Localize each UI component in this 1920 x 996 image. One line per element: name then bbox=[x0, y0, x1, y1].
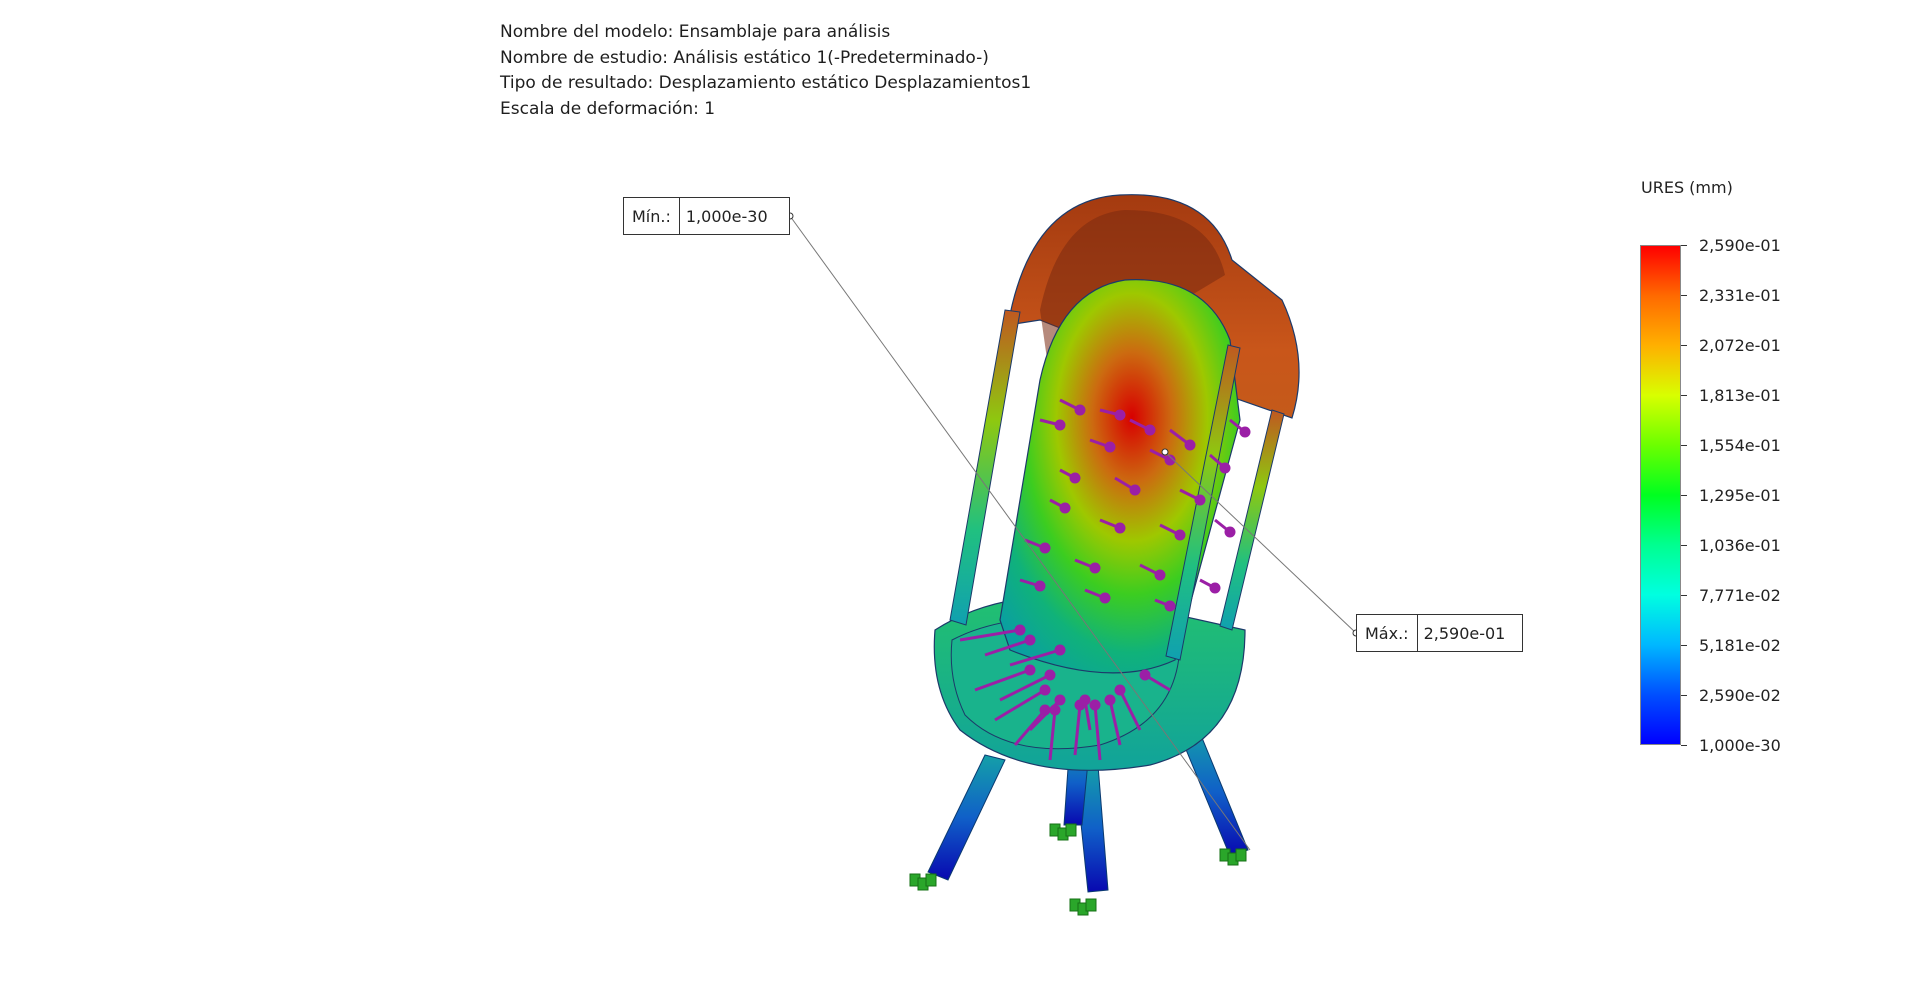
legend-tick-mark bbox=[1681, 245, 1687, 246]
legend-tick: 2,590e-02 bbox=[1681, 686, 1821, 706]
legend-tick-mark bbox=[1681, 395, 1687, 396]
legend-tick: 1,813e-01 bbox=[1681, 386, 1821, 406]
load-arrow-head bbox=[1114, 522, 1126, 534]
load-arrow-head bbox=[1129, 484, 1141, 496]
load-arrow-head bbox=[1059, 502, 1071, 514]
load-arrow-head bbox=[1089, 562, 1101, 574]
load-arrow-head bbox=[1039, 542, 1051, 554]
load-arrow-head bbox=[1224, 526, 1236, 538]
legend-tick-label: 1,554e-01 bbox=[1699, 436, 1781, 455]
load-arrow-head bbox=[1239, 426, 1251, 438]
load-arrow-head bbox=[1164, 600, 1176, 612]
legend-tick-mark bbox=[1681, 745, 1687, 746]
load-arrow-head bbox=[1034, 580, 1046, 592]
legend-tick-label: 1,295e-01 bbox=[1699, 486, 1781, 505]
legend-tick-label: 1,813e-01 bbox=[1699, 386, 1781, 405]
legend-tick-mark bbox=[1681, 695, 1687, 696]
load-arrow-head bbox=[1044, 669, 1056, 681]
legend-tick-mark bbox=[1681, 345, 1687, 346]
load-arrow-head bbox=[1074, 404, 1086, 416]
load-arrow-head bbox=[1039, 684, 1051, 696]
load-arrow-head bbox=[1089, 699, 1101, 711]
load-arrow-head bbox=[1069, 472, 1081, 484]
simulation-viewport[interactable] bbox=[0, 0, 1920, 996]
legend-ticks: 2,590e-01 2,331e-01 2,072e-01 1,813e-01 1,55… bbox=[1681, 236, 1801, 755]
fixture-symbol bbox=[925, 873, 937, 887]
max-callout[interactable]: Máx.: 2,590e-01 bbox=[1356, 614, 1523, 652]
load-arrow-head bbox=[1024, 664, 1036, 676]
load-arrow-head bbox=[1104, 441, 1116, 453]
max-label: Máx.: bbox=[1357, 615, 1418, 651]
load-arrow-head bbox=[1174, 529, 1186, 541]
load-arrow-head bbox=[1209, 582, 1221, 594]
load-arrow-head bbox=[1014, 624, 1026, 636]
legend-tick-mark bbox=[1681, 545, 1687, 546]
load-arrow-head bbox=[1054, 694, 1066, 706]
legend-tick-label: 2,590e-02 bbox=[1699, 686, 1781, 705]
legend-tick: 1,000e-30 bbox=[1681, 736, 1821, 756]
fixture-symbol bbox=[1235, 848, 1247, 862]
legend-tick-mark bbox=[1681, 595, 1687, 596]
color-bar bbox=[1640, 245, 1681, 745]
legend-tick: 1,554e-01 bbox=[1681, 436, 1821, 456]
load-arrow-head bbox=[1099, 592, 1111, 604]
legend-tick-mark bbox=[1681, 295, 1687, 296]
load-arrow-head bbox=[1039, 704, 1051, 716]
load-arrow-head bbox=[1054, 419, 1066, 431]
fixture-symbol bbox=[1085, 898, 1097, 912]
legend-title: URES (mm) bbox=[1641, 178, 1733, 197]
load-arrow-head bbox=[1194, 494, 1206, 506]
legend-tick: 7,771e-02 bbox=[1681, 586, 1821, 606]
legend-tick-label: 7,771e-02 bbox=[1699, 586, 1781, 605]
load-arrow-head bbox=[1079, 694, 1091, 706]
legend-tick-mark bbox=[1681, 495, 1687, 496]
load-arrow-head bbox=[1114, 684, 1126, 696]
legend-tick-label: 2,590e-01 bbox=[1699, 236, 1781, 255]
min-label: Mín.: bbox=[624, 198, 680, 234]
legend-tick: 5,181e-02 bbox=[1681, 636, 1821, 656]
legend-tick: 2,590e-01 bbox=[1681, 236, 1821, 256]
load-arrow-head bbox=[1054, 644, 1066, 656]
legend-tick: 2,331e-01 bbox=[1681, 286, 1821, 306]
legend-tick-mark bbox=[1681, 445, 1687, 446]
legend-tick-label: 5,181e-02 bbox=[1699, 636, 1781, 655]
load-arrow-head bbox=[1049, 704, 1061, 716]
load-arrow-head bbox=[1114, 409, 1126, 421]
load-arrow-head bbox=[1024, 634, 1036, 646]
load-arrow-head bbox=[1144, 424, 1156, 436]
max-value: 2,590e-01 bbox=[1423, 623, 1506, 643]
load-arrow-head bbox=[1184, 439, 1196, 451]
legend-tick: 2,072e-01 bbox=[1681, 336, 1821, 356]
fixture-symbol bbox=[1065, 823, 1077, 837]
legend-tick-label: 1,000e-30 bbox=[1699, 736, 1781, 755]
load-arrow-head bbox=[1139, 669, 1151, 681]
min-callout[interactable]: Mín.: 1,000e-30 bbox=[623, 197, 790, 235]
legend-tick-label: 1,036e-01 bbox=[1699, 536, 1781, 555]
load-arrow-head bbox=[1219, 462, 1231, 474]
legend-tick-label: 2,072e-01 bbox=[1699, 336, 1781, 355]
legend-tick-mark bbox=[1681, 645, 1687, 646]
max-point-marker bbox=[1161, 448, 1169, 456]
load-arrow-head bbox=[1104, 694, 1116, 706]
legend-tick: 1,295e-01 bbox=[1681, 486, 1821, 506]
legend-tick: 1,036e-01 bbox=[1681, 536, 1821, 556]
load-arrow-head bbox=[1154, 569, 1166, 581]
legend-tick-label: 2,331e-01 bbox=[1699, 286, 1781, 305]
min-value: 1,000e-30 bbox=[685, 206, 768, 226]
